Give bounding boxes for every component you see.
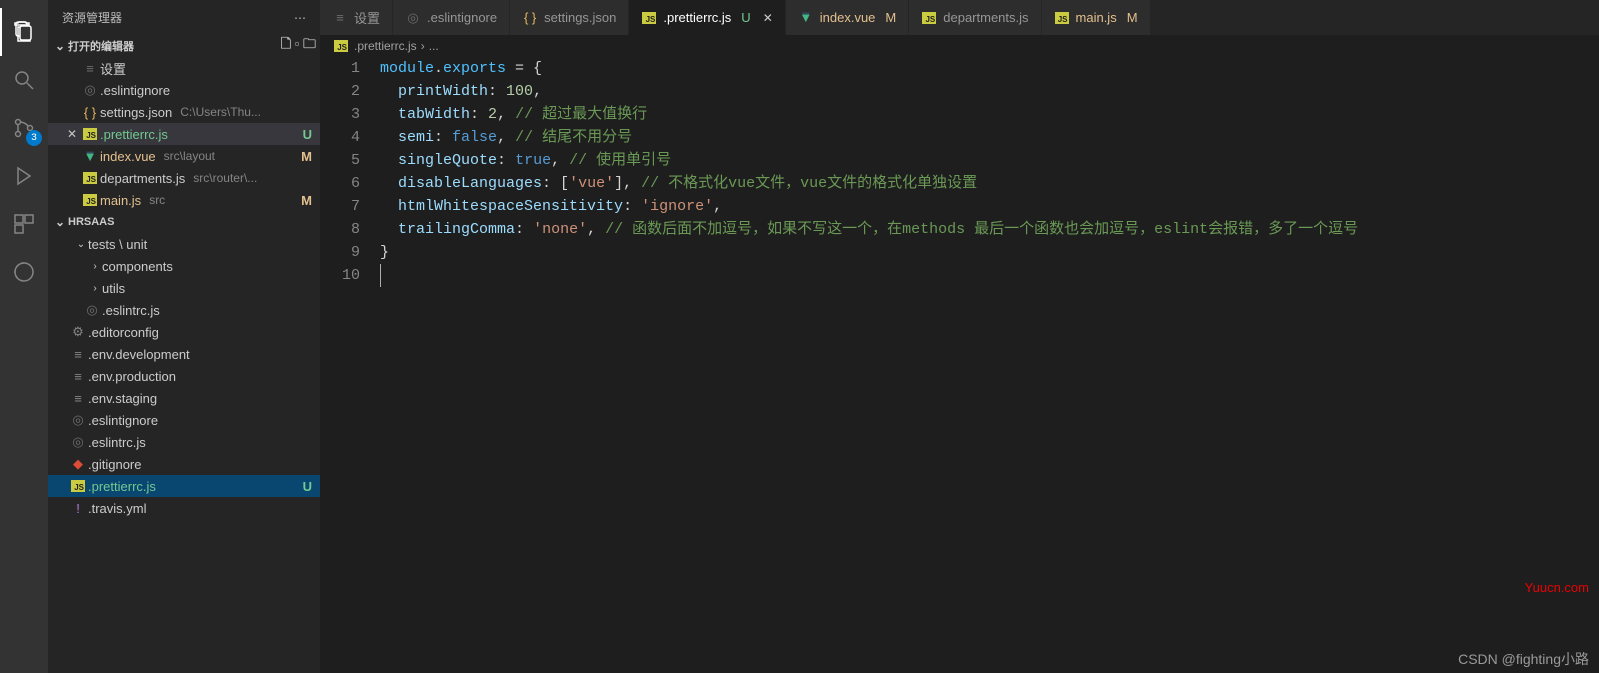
file-item[interactable]: ≡.env.production bbox=[48, 365, 320, 387]
editor-tabs: ≡设置◎.eslintignore{ }settings.jsonJS.pret… bbox=[320, 0, 1599, 35]
editor-tab[interactable]: JSdepartments.js bbox=[909, 0, 1041, 35]
git-status: U bbox=[303, 479, 320, 494]
open-editors-list: ≡设置◎.eslintignore{ }settings.jsonC:\User… bbox=[48, 57, 320, 211]
file-icon: ≡ bbox=[68, 369, 88, 384]
file-item[interactable]: ≡.env.development bbox=[48, 343, 320, 365]
open-editor-item[interactable]: JSmain.jssrcM bbox=[48, 189, 320, 211]
circle-icon: ◎ bbox=[405, 10, 421, 26]
file-item[interactable]: ◎.eslintrc.js bbox=[48, 431, 320, 453]
workspace-tree: ⌄tests \ unit›components›utils◎.eslintrc… bbox=[48, 233, 320, 519]
line-numbers: 12345678910 bbox=[320, 57, 380, 673]
open-editor-item[interactable]: ✕JS.prettierrc.js U bbox=[48, 123, 320, 145]
extensions-icon[interactable] bbox=[0, 200, 48, 248]
git-status: M bbox=[301, 149, 320, 164]
open-editors-header[interactable]: ⌄ 打开的编辑器 🗋 ▫ 🗀 bbox=[48, 35, 320, 57]
workspace-header[interactable]: ⌄ HRSAAS bbox=[48, 211, 320, 233]
explorer-icon[interactable] bbox=[0, 8, 48, 56]
open-editors-actions[interactable]: 🗋 ▫ 🗀 bbox=[281, 35, 316, 57]
vue-icon: ▼ bbox=[798, 10, 814, 25]
bang-icon: ! bbox=[68, 501, 88, 516]
editor-tab[interactable]: JSmain.jsM bbox=[1042, 0, 1151, 35]
chevron-right-icon: › bbox=[88, 283, 102, 294]
js-icon: JS bbox=[1054, 12, 1070, 24]
open-editor-item[interactable]: ≡设置 bbox=[48, 57, 320, 79]
file-icon: ≡ bbox=[68, 391, 88, 406]
open-editor-item[interactable]: { }settings.jsonC:\Users\Thu... bbox=[48, 101, 320, 123]
git-status: M bbox=[301, 193, 320, 208]
close-icon[interactable]: ✕ bbox=[763, 11, 773, 25]
js-icon: JS bbox=[80, 128, 100, 140]
js-icon: JS bbox=[921, 12, 937, 24]
open-editor-item[interactable]: ◎.eslintignore bbox=[48, 79, 320, 101]
run-debug-icon[interactable] bbox=[0, 152, 48, 200]
editor-tab[interactable]: ▼index.vueM bbox=[786, 0, 910, 35]
breadcrumb[interactable]: JS .prettierrc.js › ... bbox=[320, 35, 1599, 57]
open-editor-item[interactable]: ▼index.vuesrc\layoutM bbox=[48, 145, 320, 167]
watermark: CSDN @fighting小路 bbox=[1458, 649, 1589, 669]
chevron-down-icon: ⌄ bbox=[52, 39, 68, 53]
file-item[interactable]: ◎.eslintignore bbox=[48, 409, 320, 431]
file-item[interactable]: ≡.env.staging bbox=[48, 387, 320, 409]
file-label: main.js bbox=[100, 193, 141, 208]
braces-icon: { } bbox=[80, 105, 100, 120]
file-icon: ≡ bbox=[68, 347, 88, 362]
folder-item[interactable]: ›utils bbox=[48, 277, 320, 299]
js-icon: JS bbox=[80, 172, 100, 184]
gear-icon: ⚙ bbox=[68, 324, 88, 340]
js-icon: JS bbox=[334, 40, 348, 52]
sidebar-title: 资源管理器 bbox=[62, 9, 122, 26]
js-icon: JS bbox=[68, 480, 88, 492]
editor-tab[interactable]: ◎.eslintignore bbox=[393, 0, 510, 35]
code-content[interactable]: module.exports = { printWidth: 100, tabW… bbox=[380, 57, 1599, 673]
activity-bar: 3 bbox=[0, 0, 48, 673]
braces-icon: { } bbox=[522, 10, 538, 25]
chevron-right-icon: › bbox=[88, 261, 102, 272]
search-icon[interactable] bbox=[0, 56, 48, 104]
editor-tab[interactable]: ≡设置 bbox=[320, 0, 393, 35]
close-icon[interactable]: ✕ bbox=[64, 127, 80, 141]
file-label: .eslintignore bbox=[100, 83, 170, 98]
chevron-down-icon: ⌄ bbox=[74, 239, 88, 250]
source-control-icon[interactable]: 3 bbox=[0, 104, 48, 152]
folder-item[interactable]: ›components bbox=[48, 255, 320, 277]
scm-badge: 3 bbox=[26, 130, 42, 146]
js-icon: JS bbox=[80, 194, 100, 206]
git-status: U bbox=[303, 127, 320, 142]
chevron-down-icon: ⌄ bbox=[52, 215, 68, 229]
editor-area: ≡设置◎.eslintignore{ }settings.jsonJS.pret… bbox=[320, 0, 1599, 673]
file-item[interactable]: !.travis.yml bbox=[48, 497, 320, 519]
file-item[interactable]: JS.prettierrc.jsU bbox=[48, 475, 320, 497]
testing-icon[interactable] bbox=[0, 248, 48, 296]
file-label: index.vue bbox=[100, 149, 156, 164]
sidebar: 资源管理器 ⋯ ⌄ 打开的编辑器 🗋 ▫ 🗀 ≡设置◎.eslintignore… bbox=[48, 0, 320, 673]
watermark: Yuucn.com bbox=[1525, 580, 1589, 595]
circle-icon: ◎ bbox=[68, 412, 88, 428]
js-icon: JS bbox=[641, 12, 657, 24]
editor-tab[interactable]: { }settings.json bbox=[510, 0, 629, 35]
file-label: 设置 bbox=[100, 59, 126, 78]
settings-icon: ≡ bbox=[332, 10, 348, 25]
more-icon[interactable]: ⋯ bbox=[294, 11, 306, 25]
settings-icon: ≡ bbox=[80, 61, 100, 76]
folder-item[interactable]: ⌄tests \ unit bbox=[48, 233, 320, 255]
sidebar-header: 资源管理器 ⋯ bbox=[48, 0, 320, 35]
circle-icon: ◎ bbox=[80, 82, 100, 98]
file-item[interactable]: ◆.gitignore bbox=[48, 453, 320, 475]
file-label: settings.json bbox=[100, 105, 172, 120]
editor-tab[interactable]: JS.prettierrc.jsU✕ bbox=[629, 0, 785, 35]
git-icon: ◆ bbox=[68, 456, 88, 472]
file-label: departments.js bbox=[100, 171, 185, 186]
file-item[interactable]: ◎.eslintrc.js bbox=[48, 299, 320, 321]
circle-icon: ◎ bbox=[82, 302, 102, 318]
open-editor-item[interactable]: JSdepartments.jssrc\router\... bbox=[48, 167, 320, 189]
code-editor[interactable]: 12345678910 module.exports = { printWidt… bbox=[320, 57, 1599, 673]
file-label: .prettierrc.js bbox=[100, 127, 168, 142]
circle-icon: ◎ bbox=[68, 434, 88, 450]
vue-icon: ▼ bbox=[80, 149, 100, 164]
file-item[interactable]: ⚙.editorconfig bbox=[48, 321, 320, 343]
